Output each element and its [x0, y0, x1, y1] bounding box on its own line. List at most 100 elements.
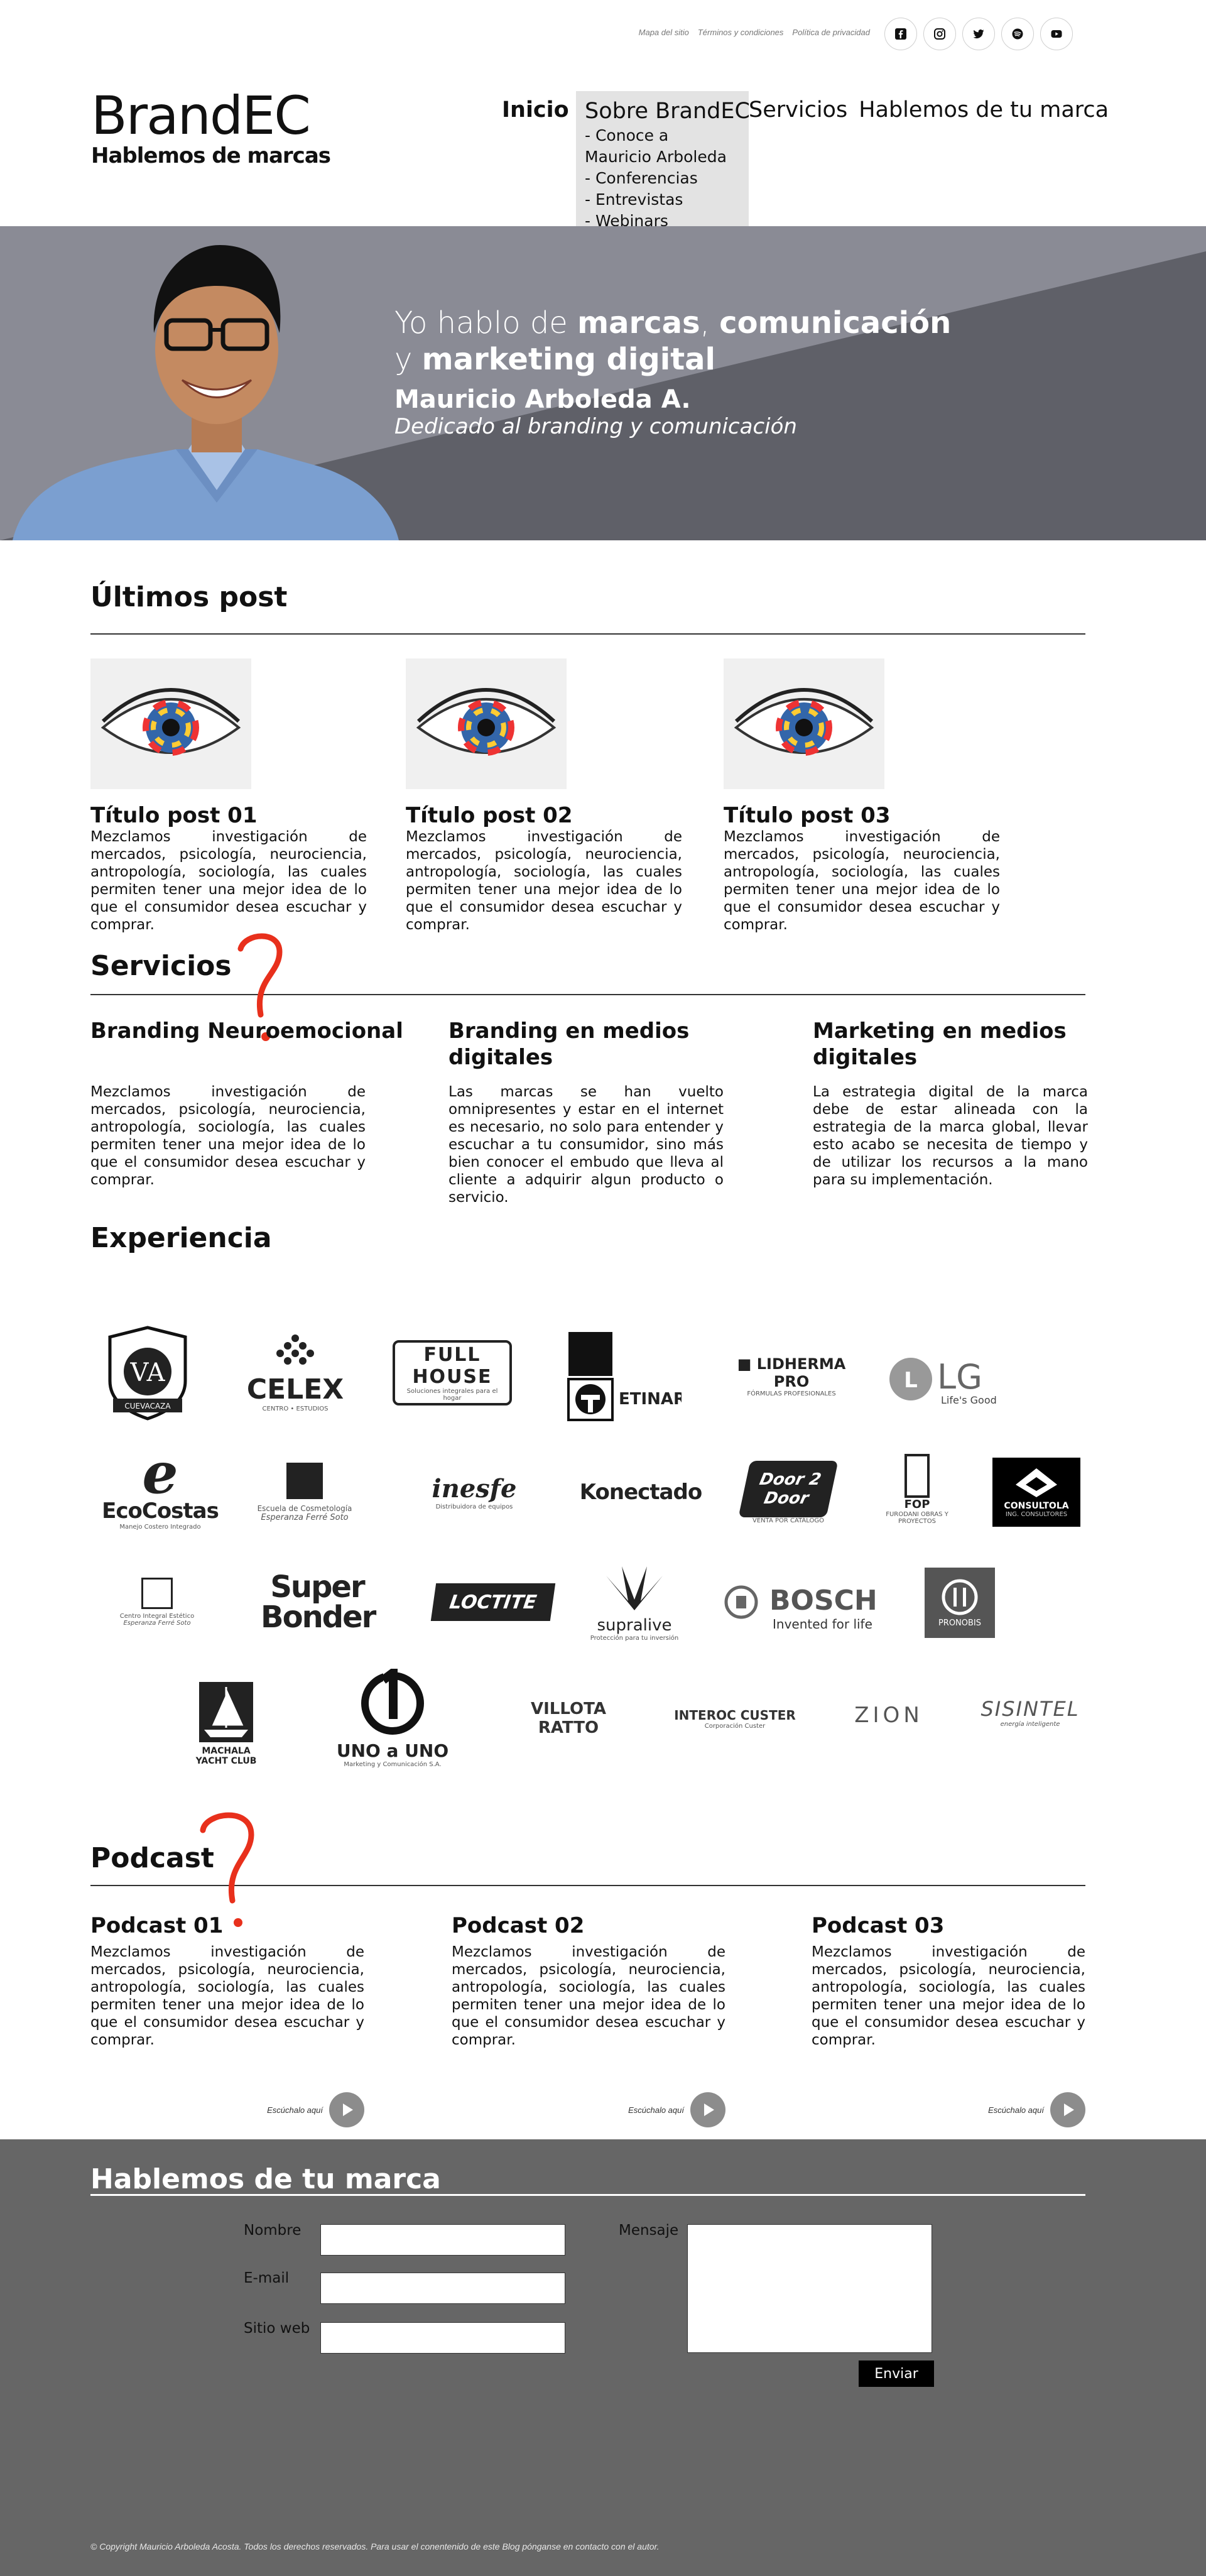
hero-portrait	[13, 245, 399, 540]
client-logo: MACHALA YACHT CLUB	[185, 1674, 267, 1772]
client-logo: BOSCH Invented for life	[722, 1577, 886, 1634]
hero-headline-2: y marketing digital	[394, 342, 715, 377]
name-field[interactable]	[320, 2224, 565, 2256]
privacy-link[interactable]: Política de privacidad	[792, 28, 870, 37]
client-logo: Door 2 Door VENTA POR CATÁLOGO	[738, 1451, 839, 1533]
podcast-section-title: Podcast	[90, 1842, 214, 1874]
client-logo: SISINTEL energía inteligente	[981, 1696, 1080, 1728]
nav-inicio[interactable]: Inicio	[496, 97, 588, 123]
svg-text:Invented for life: Invented for life	[773, 1617, 872, 1632]
hero-role: Dedicado al branding y comunicación	[394, 414, 797, 439]
service-description: Mezclamos investigación de mercados, psi…	[90, 1084, 366, 1188]
svg-text:LG: LG	[937, 1357, 982, 1397]
instagram-icon[interactable]	[923, 18, 956, 50]
client-logo: ETINAR	[562, 1329, 682, 1423]
nav-servicios[interactable]: Servicios	[749, 97, 847, 123]
client-logo: ■ LIDHERMA PRO FÓRMULAS PROFESIONALES	[737, 1355, 846, 1397]
message-field[interactable]	[687, 2224, 932, 2353]
svg-text:Life's Good: Life's Good	[941, 1394, 997, 1406]
podcast-title[interactable]: Podcast 03	[812, 1913, 1085, 1938]
facebook-icon[interactable]	[884, 18, 917, 50]
name-label: Nombre	[244, 2222, 302, 2239]
client-logo: CONSULTOLA ING. CONSULTORES	[992, 1458, 1080, 1527]
client-logo: ZION	[854, 1703, 923, 1728]
listen-label: Escúchalo aquí	[628, 2105, 684, 2115]
submenu-item-conoce[interactable]: - Conoce a Mauricio Arboleda	[585, 125, 740, 168]
service-description: Las marcas se han vuelto omnipresentes y…	[448, 1084, 724, 1206]
brand-logo[interactable]: BrandEC Hablemos de marcas	[91, 85, 331, 168]
send-button[interactable]: Enviar	[859, 2360, 934, 2387]
about-submenu: - Conoce a Mauricio Arboleda - Conferenc…	[585, 125, 740, 232]
podcast-title[interactable]: Podcast 02	[452, 1913, 725, 1938]
hero-banner: Yo hablo de marcas, comunicación y marke…	[0, 226, 1206, 540]
client-logo: INTEROC CUSTER Corporación Custer	[674, 1707, 796, 1730]
podcast-play-button[interactable]: Escúchalo aquí	[988, 2092, 1085, 2127]
post-card[interactable]: Título post 01 Mezclamos investigación d…	[90, 658, 367, 934]
sitemap-link[interactable]: Mapa del sitio	[639, 28, 689, 37]
social-links	[884, 18, 1073, 50]
listen-label: Escúchalo aquí	[267, 2105, 323, 2115]
email-field[interactable]	[320, 2273, 565, 2304]
posts-divider	[90, 633, 1085, 635]
client-logo: Super Bonder	[261, 1569, 376, 1635]
podcast-play-button[interactable]: Escúchalo aquí	[267, 2092, 364, 2127]
youtube-icon[interactable]	[1040, 18, 1073, 50]
client-logo: L LG Life's Good	[886, 1351, 1005, 1407]
client-logo: FULL HOUSE Soluciones integrales para el …	[393, 1338, 512, 1407]
nav-about-dropdown: Sobre BrandEC - Conoce a Mauricio Arbole…	[576, 91, 750, 248]
spotify-icon[interactable]	[1001, 18, 1034, 50]
podcast-card: Podcast 03 Mezclamos investigación de me…	[812, 1913, 1085, 2127]
nav-hablemos[interactable]: Hablemos de tu marca	[859, 97, 1109, 123]
hero-name: Mauricio Arboleda A.	[394, 385, 691, 414]
service-card: Branding Neuroemocional Mezclamos invest…	[90, 1018, 403, 1189]
posts-section-title: Últimos post	[90, 581, 288, 613]
post-title[interactable]: Título post 03	[724, 803, 1000, 828]
client-logo: LOCTITE	[430, 1583, 556, 1621]
terms-link[interactable]: Términos y condiciones	[698, 28, 784, 37]
post-thumbnail[interactable]	[90, 658, 251, 789]
play-icon[interactable]	[690, 2092, 725, 2127]
submenu-item-conferencias[interactable]: - Conferencias	[585, 168, 740, 189]
post-thumbnail[interactable]	[406, 658, 567, 789]
client-logo: PRONOBIS	[925, 1568, 995, 1638]
listen-label: Escúchalo aquí	[988, 2105, 1044, 2115]
post-excerpt: Mezclamos investigación de mercados, psi…	[406, 829, 682, 933]
service-title: Branding Neuroemocional	[90, 1018, 403, 1044]
play-icon[interactable]	[329, 2092, 364, 2127]
podcast-play-button[interactable]: Escúchalo aquí	[628, 2092, 725, 2127]
client-logo: inesfe Distribuidora de equipos	[432, 1474, 517, 1510]
client-logo: Centro Integral Estético Esperanza Ferré …	[97, 1564, 217, 1640]
message-label: Mensaje	[619, 2222, 679, 2239]
play-icon[interactable]	[1050, 2092, 1085, 2127]
service-title: Marketing en medios digitales	[813, 1018, 1067, 1070]
contact-divider	[90, 2194, 1085, 2196]
utility-bar: Mapa del sitio Términos y condiciones Po…	[0, 18, 1206, 55]
twitter-icon[interactable]	[962, 18, 995, 50]
post-excerpt: Mezclamos investigación de mercados, psi…	[90, 829, 367, 933]
podcast-description: Mezclamos investigación de mercados, psi…	[452, 1944, 725, 2048]
nav-sobre-brandec[interactable]: Sobre BrandEC	[585, 99, 750, 124]
podcast-card: Podcast 02 Mezclamos investigación de me…	[452, 1913, 725, 2127]
post-card[interactable]: Título post 03 Mezclamos investigación d…	[724, 658, 1000, 934]
logo-main-text: BrandEC	[91, 85, 311, 146]
post-title[interactable]: Título post 02	[406, 803, 682, 828]
podcast-title[interactable]: Podcast 01	[90, 1913, 364, 1938]
post-title[interactable]: Título post 01	[90, 803, 367, 828]
client-logo: UNO a UNO Marketing y Comunicación S.A.	[333, 1664, 452, 1772]
post-excerpt: Mezclamos investigación de mercados, psi…	[724, 829, 1000, 933]
services-section-title: Servicios	[90, 950, 232, 982]
client-logo: Escuela de Cosmetología Esperanza Ferré S…	[245, 1451, 364, 1533]
svg-text:VA: VA	[129, 1358, 165, 1387]
svg-text:CUEVACAZA: CUEVACAZA	[124, 1402, 171, 1411]
client-logo: Konectado	[579, 1480, 702, 1505]
service-card: Marketing en medios digitales La estrate…	[813, 1018, 1088, 1189]
website-field[interactable]	[320, 2322, 565, 2354]
contact-title: Hablemos de tu marca	[90, 2163, 441, 2195]
client-logo: VA CUEVACAZA	[100, 1323, 195, 1423]
post-thumbnail[interactable]	[724, 658, 884, 789]
email-label: E-mail	[244, 2270, 290, 2286]
submenu-item-entrevistas[interactable]: - Entrevistas	[585, 189, 740, 210]
utility-links: Mapa del sitio Términos y condiciones Po…	[639, 28, 870, 37]
client-logo: CELEX CENTRO • ESTUDIOS	[242, 1326, 349, 1420]
post-card[interactable]: Título post 02 Mezclamos investigación d…	[406, 658, 682, 934]
